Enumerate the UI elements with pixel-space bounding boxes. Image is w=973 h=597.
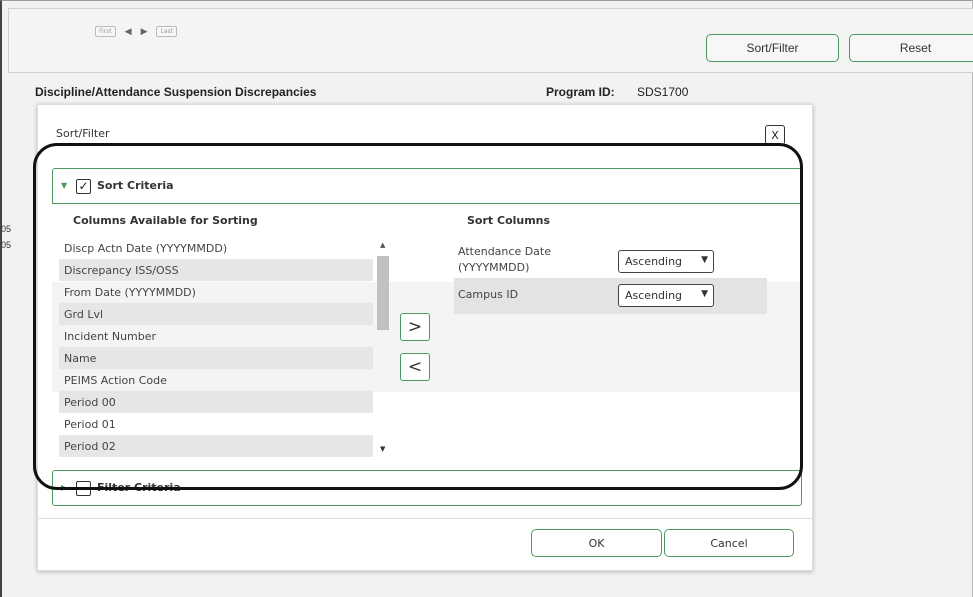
chevron-down-icon: ▼	[701, 289, 708, 299]
caret-down-icon[interactable]: ▼	[61, 181, 67, 190]
sort-order-value: Ascending	[625, 255, 683, 268]
last-page-button[interactable]: Last	[156, 26, 177, 37]
sort-filter-button[interactable]: Sort/Filter	[706, 34, 839, 62]
list-item[interactable]: From Date (YYYYMMDD)	[59, 281, 373, 303]
sort-criteria-label: Sort Criteria	[97, 179, 174, 192]
list-item[interactable]: Name	[59, 347, 373, 369]
sort-column-row: Campus ID Ascending ▼	[454, 278, 767, 314]
sort-column-row: Attendance Date (YYYYMMDD) Ascending ▼	[454, 242, 767, 278]
sort-order-select[interactable]: Ascending ▼	[618, 284, 714, 307]
sort-column-name: Campus ID	[458, 288, 519, 301]
close-button[interactable]: X	[765, 125, 785, 145]
cancel-button[interactable]: Cancel	[664, 529, 794, 557]
background-row-fragment: 05	[1, 224, 12, 234]
toolbar: First ◀ ▶ Last Sort/Filter Reset	[8, 8, 973, 73]
scroll-thumb[interactable]	[377, 256, 389, 330]
list-item[interactable]: PEIMS Action Code	[59, 369, 373, 391]
caret-right-icon[interactable]: ▶	[61, 483, 67, 492]
reset-button[interactable]: Reset	[849, 34, 973, 62]
background-row-fragment: 05	[1, 240, 12, 250]
sort-order-select[interactable]: Ascending ▼	[618, 250, 714, 273]
sort-order-value: Ascending	[625, 289, 683, 302]
program-id-value: SDS1700	[637, 85, 689, 99]
list-item[interactable]: Discp Actn Date (YYYYMMDD)	[59, 237, 373, 259]
pager: First ◀ ▶ Last	[95, 26, 177, 37]
move-left-button[interactable]: <	[400, 353, 430, 381]
sort-columns-header: Sort Columns	[467, 214, 551, 227]
program-id-label: Program ID:	[546, 85, 615, 99]
list-item[interactable]: Period 02	[59, 435, 373, 457]
first-page-button[interactable]: First	[95, 26, 116, 37]
available-columns-header: Columns Available for Sorting	[73, 214, 258, 227]
sort-criteria-header[interactable]: ▼ ✓ Sort Criteria	[52, 168, 802, 204]
move-right-button[interactable]: >	[400, 313, 430, 341]
sort-filter-dialog: Sort/Filter X ▼ ✓ Sort Criteria Columns …	[37, 104, 814, 571]
scroll-down-icon[interactable]: ▼	[380, 445, 385, 453]
scroll-up-icon[interactable]: ▲	[380, 241, 385, 249]
sort-column-name: Attendance Date (YYYYMMDD)	[458, 245, 551, 274]
list-item[interactable]: Period 01	[59, 413, 373, 435]
sort-criteria-checkbox[interactable]: ✓	[76, 179, 91, 194]
list-scrollbar[interactable]: ▲ ▼	[375, 237, 391, 457]
filter-criteria-label: Filter Criteria	[97, 481, 181, 494]
triangle-right-icon[interactable]: ▶	[141, 27, 148, 37]
list-item[interactable]: Period 00	[59, 391, 373, 413]
list-item[interactable]: Incident Number	[59, 325, 373, 347]
list-item[interactable]: Grd Lvl	[59, 303, 373, 325]
filter-criteria-header[interactable]: ▶ Filter Criteria	[52, 470, 802, 506]
ok-button[interactable]: OK	[531, 529, 662, 557]
dialog-title: Sort/Filter	[56, 127, 110, 140]
footer-divider	[38, 518, 814, 519]
triangle-left-icon[interactable]: ◀	[125, 27, 132, 37]
filter-criteria-checkbox[interactable]	[76, 481, 91, 496]
page-title: Discipline/Attendance Suspension Discrep…	[35, 85, 317, 99]
list-item[interactable]: Discrepancy ISS/OSS	[59, 259, 373, 281]
available-columns-list[interactable]: Discp Actn Date (YYYYMMDD) Discrepancy I…	[59, 237, 391, 457]
chevron-down-icon: ▼	[701, 255, 708, 265]
